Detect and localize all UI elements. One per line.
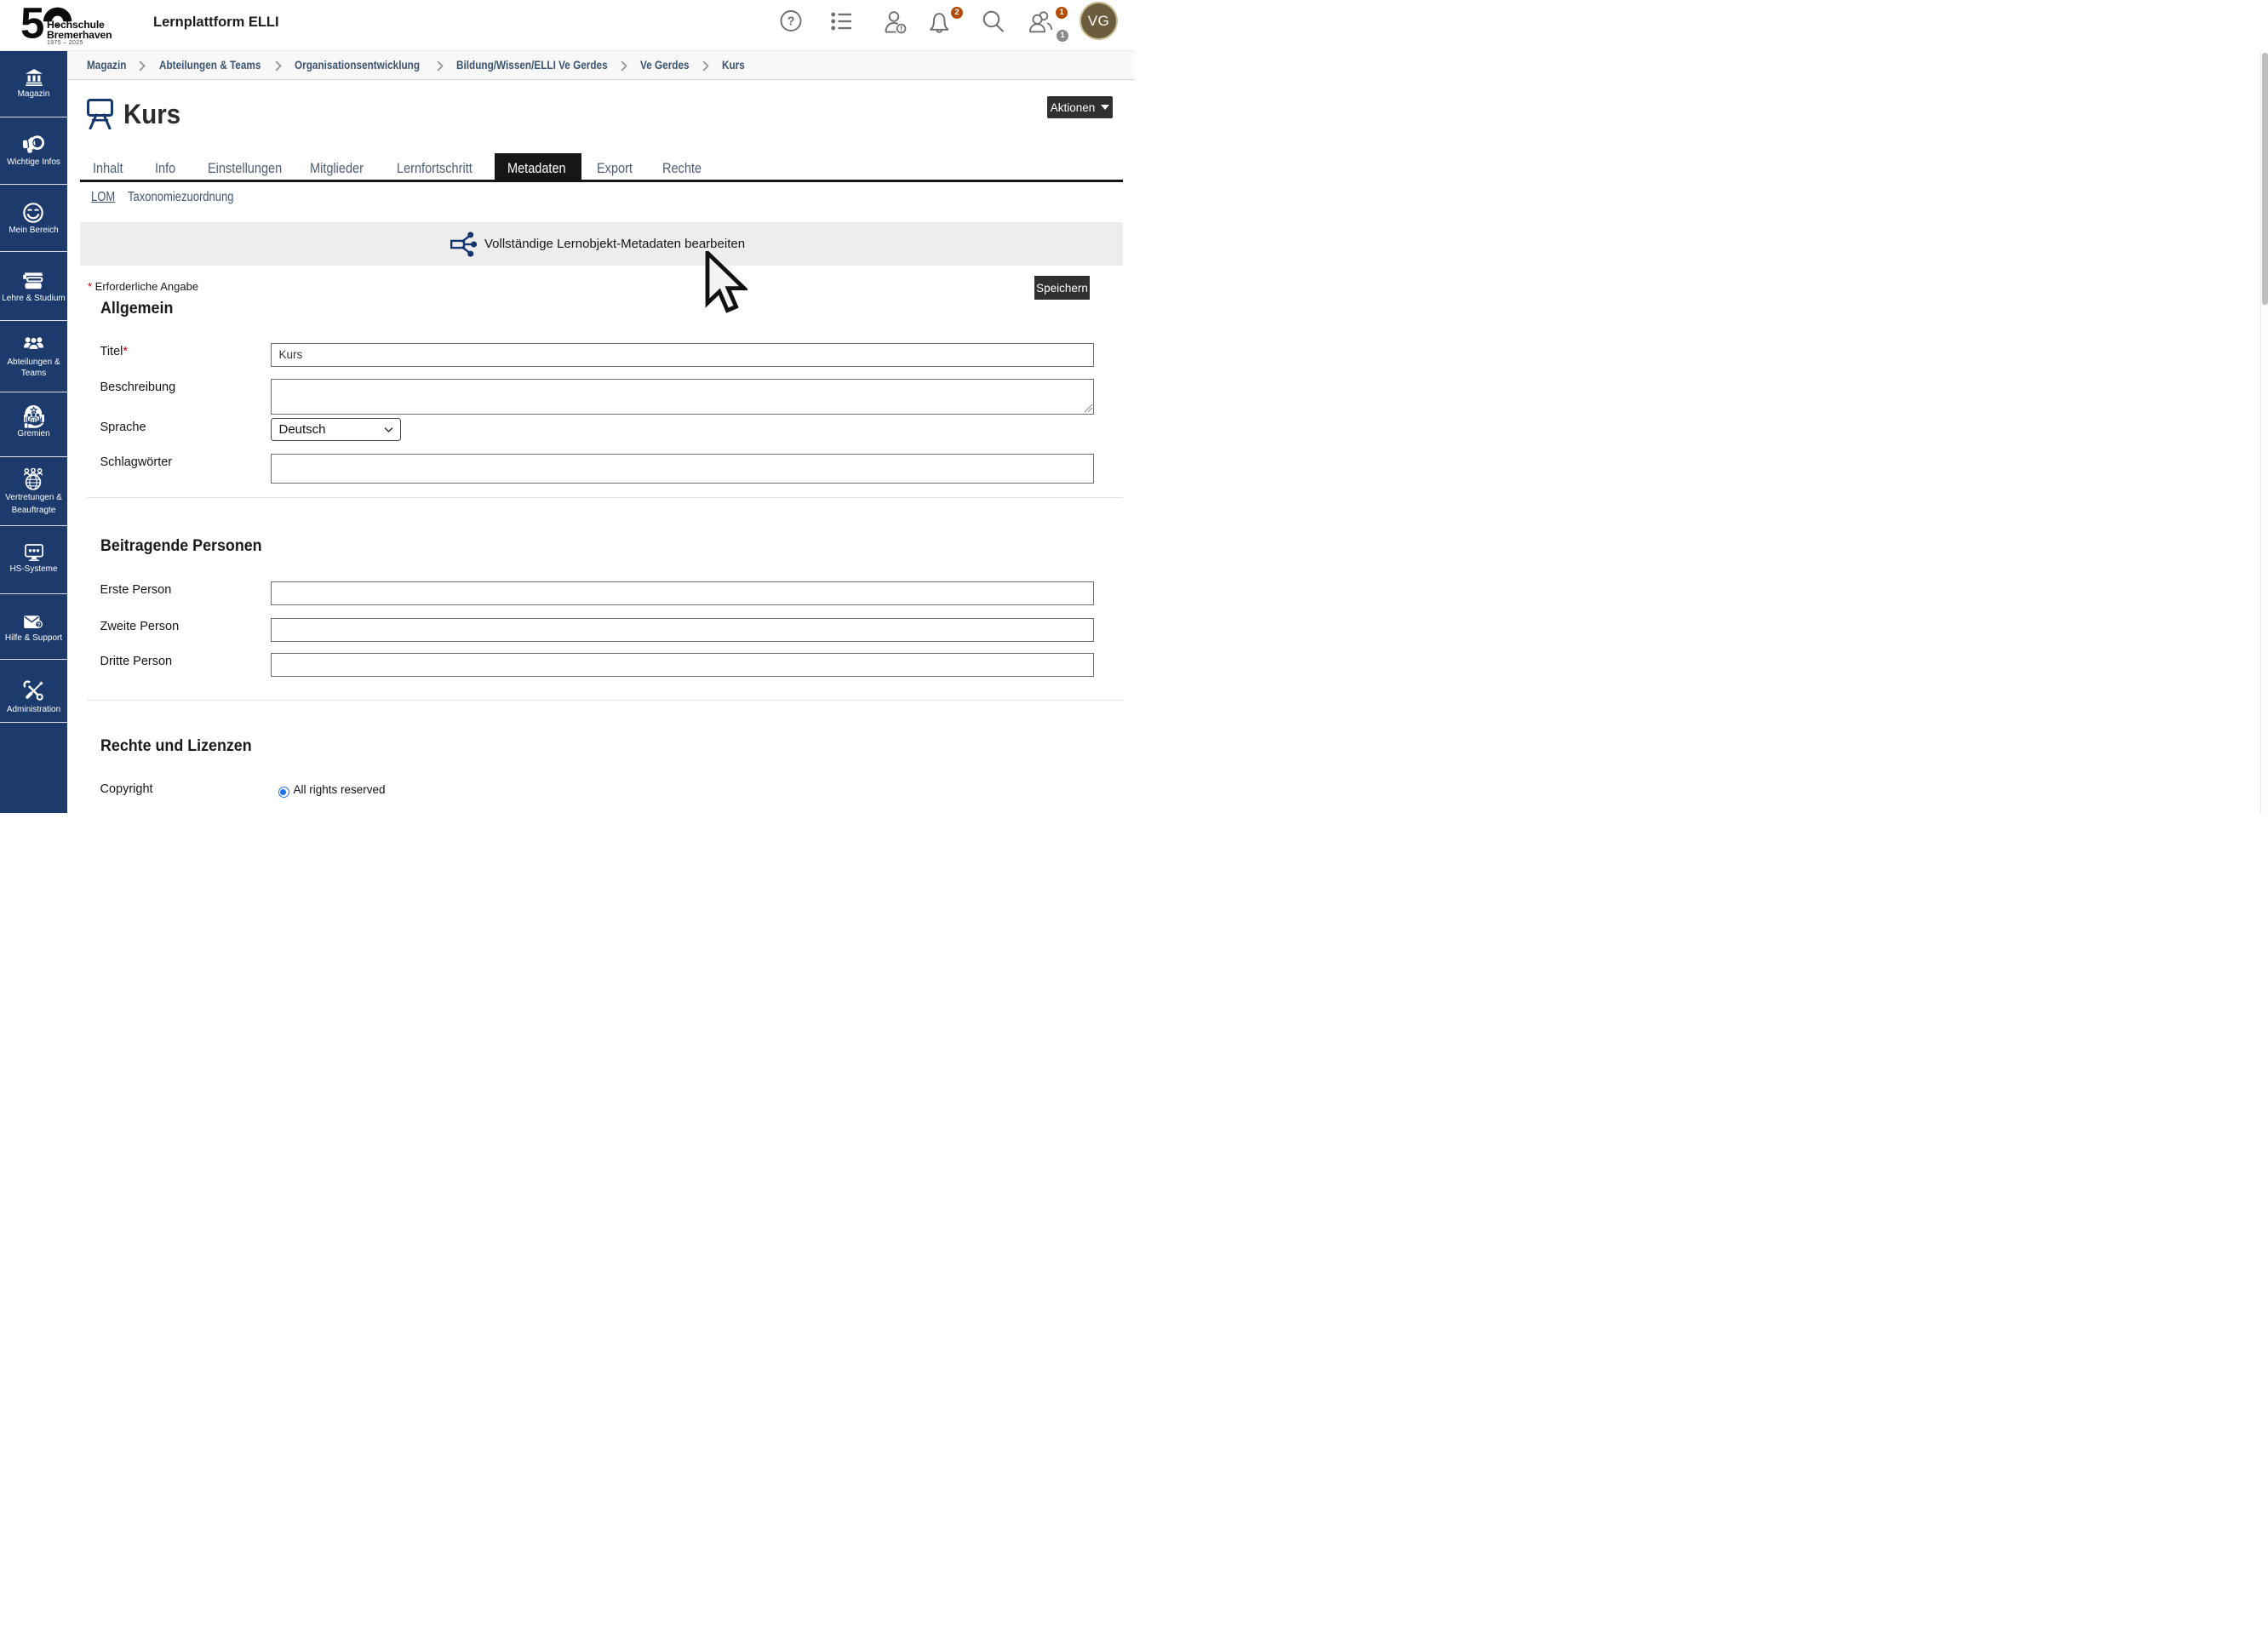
svg-text:!: ! <box>900 25 902 34</box>
svg-text:?: ? <box>37 621 40 627</box>
svg-text:Bremerhaven: Bremerhaven <box>47 29 112 41</box>
svg-text:?: ? <box>788 15 795 29</box>
svg-text:5: 5 <box>20 3 44 47</box>
svg-text:1975 – 2025: 1975 – 2025 <box>47 40 83 46</box>
